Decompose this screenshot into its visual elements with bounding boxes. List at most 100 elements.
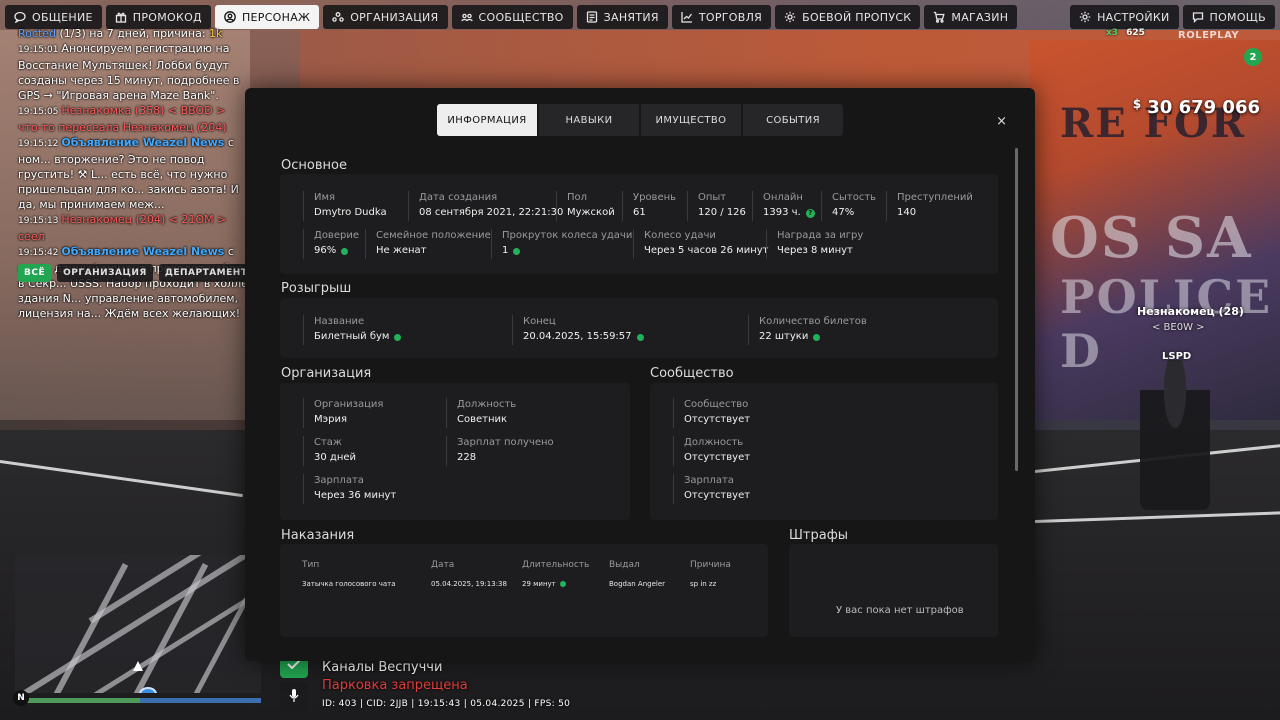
field-value: Не женат xyxy=(376,245,427,256)
health-bar-fill xyxy=(15,698,143,703)
chat-text: Объявление Weazel News xyxy=(61,136,225,149)
status-dot-icon xyxy=(813,333,821,341)
modal-tab[interactable]: НАВЫКИ xyxy=(539,104,641,136)
field-value-row: Мэрия xyxy=(314,412,383,428)
punishments-cell-text: Bogdan Angeler xyxy=(609,580,666,588)
close-icon[interactable]: × xyxy=(996,114,1007,129)
gift-icon xyxy=(115,11,127,23)
field-label: Сытость xyxy=(832,192,877,203)
info-field: Организация Мэрия xyxy=(303,398,383,428)
field-label: Доверие xyxy=(314,230,359,241)
money-amount: 30 679 066 xyxy=(1147,97,1260,118)
help-icon xyxy=(1192,11,1204,23)
field-value: Отсутствует xyxy=(684,414,751,425)
armor-bar xyxy=(140,698,261,703)
info-field: Колесо удачи Через 5 часов 26 минут xyxy=(633,229,769,259)
field-value-row: Не женат xyxy=(376,243,491,259)
chat-tab[interactable]: ОРГАНИЗАЦИЯ xyxy=(57,264,153,282)
section-title-community: Сообщество xyxy=(650,366,734,381)
hud-multiplier: x3 xyxy=(1106,28,1119,38)
nav-label: НАСТРОЙКИ xyxy=(1097,10,1170,24)
chat-tab[interactable]: ВСЁ xyxy=(18,264,52,282)
chat-message: 19:15:13 Незнакомец (204) < 21OM > сеел xyxy=(18,212,250,244)
info-field: Название Билетный бум xyxy=(303,315,402,345)
info-field: Доверие 96% xyxy=(303,229,359,259)
info-field: Уровень 61 xyxy=(622,191,676,221)
organization-icon xyxy=(332,11,344,23)
field-value: 22 штуки xyxy=(759,331,809,342)
chat-message: 19:15:12 Объявление Weazel News с ном... … xyxy=(18,135,250,212)
field-label: Прокруток колеса удачи xyxy=(502,230,633,241)
section-title-basic: Основное xyxy=(281,158,347,173)
field-value: 140 xyxy=(897,207,917,218)
field-value-row: 140 xyxy=(897,205,973,221)
help-icon[interactable]: ? xyxy=(805,208,815,218)
field-label: Награда за игру xyxy=(777,230,864,241)
nav-chart-button[interactable]: ТОРГОВЛЯ xyxy=(671,5,772,29)
character-modal: ИНФОРМАЦИЯ НАВЫКИ ИМУЩЕСТВО СОБЫТИЯ × Основ… xyxy=(245,88,1035,661)
nav-gear-button[interactable]: БОЕВОЙ ПРОПУСК xyxy=(775,5,921,29)
field-value-row: Отсутствует xyxy=(684,450,750,466)
location-name: Каналы Веспуччи xyxy=(322,660,443,675)
modal-tab[interactable]: ИМУЩЕСТВО xyxy=(641,104,743,136)
raffle-card: Название Билетный бум Конец 20.04.2025, 15:… xyxy=(280,298,998,358)
chat-message: 19:15:42Объявление Weazel News с ном... … xyxy=(18,244,250,321)
parking-warning: Парковка запрещена xyxy=(322,678,468,693)
status-dot-icon xyxy=(341,247,349,255)
background-npc-figure xyxy=(1140,360,1210,510)
minimap-road xyxy=(16,555,261,693)
chat-tab[interactable]: ДЕПАРТАМЕНТ xyxy=(158,264,254,282)
field-value-row: 08 сентября 2021, 22:21:30 xyxy=(419,205,563,221)
field-label: Колесо удачи xyxy=(644,230,716,241)
field-value: 96% xyxy=(314,245,337,256)
info-field: Опыт 120 / 126 xyxy=(687,191,746,221)
field-label: Семейное положение xyxy=(376,230,491,241)
field-value-row: 1393 ч.? xyxy=(763,205,815,221)
info-field: Имя Dmytro Dudka xyxy=(303,191,387,221)
section-title-fines: Штрафы xyxy=(789,528,849,543)
status-dot-icon xyxy=(636,333,644,341)
field-label: Пол xyxy=(567,192,588,203)
punishments-cell: 29 минут xyxy=(522,580,566,588)
info-field: Зарплат получено 228 xyxy=(446,436,554,466)
modal-tab[interactable]: СОБЫТИЯ xyxy=(743,104,843,136)
microphone-icon[interactable] xyxy=(280,682,308,710)
chat-text: 1k xyxy=(209,27,223,40)
nav-label: ПРОМОКОД xyxy=(132,10,202,24)
info-field: Количество билетов 22 штуки xyxy=(748,315,867,345)
user-icon xyxy=(224,11,236,23)
field-label: Должность xyxy=(684,437,744,448)
nav-label: МАГАЗИН xyxy=(951,10,1009,24)
field-label: Онлайн xyxy=(763,192,803,203)
punishments-cell-text: Затычка голосового чата xyxy=(302,580,396,588)
status-dot-icon xyxy=(559,581,566,587)
nav-settings-button[interactable]: НАСТРОЙКИ xyxy=(1070,5,1179,29)
nav-community-button[interactable]: СООБЩЕСТВО xyxy=(451,5,573,29)
nav-help-button[interactable]: ПОМОЩЬ xyxy=(1182,5,1275,29)
nav-tasks-button[interactable]: ЗАНЯТИЯ xyxy=(576,5,668,29)
field-value: 08 сентября 2021, 22:21:30 xyxy=(419,207,564,218)
field-value-row: Отсутствует xyxy=(684,412,750,428)
organization-card: Организация Мэрия Должность Советник Стаж 30 … xyxy=(280,383,630,520)
chat-tabs: ВСЁ ОРГАНИЗАЦИЯ ДЕПАРТАМЕНТ xyxy=(18,264,254,282)
section-title-raffle: Розыгрыш xyxy=(281,281,352,296)
nav-label: СООБЩЕСТВО xyxy=(478,10,564,24)
modal-tab[interactable]: ИНФОРМАЦИЯ xyxy=(437,104,539,136)
currency-symbol: $ xyxy=(1132,97,1142,111)
nav-organization-button[interactable]: ОРГАНИЗАЦИЯ xyxy=(323,5,448,29)
field-value-row: 47% xyxy=(832,205,876,221)
info-field: Зарплата Отсутствует xyxy=(673,474,750,504)
nav-cart-button[interactable]: МАГАЗИН xyxy=(924,5,1018,29)
modal-tabs: ИНФОРМАЦИЯ НАВЫКИ ИМУЩЕСТВО СОБЫТИЯ xyxy=(437,104,843,136)
nav-label: БОЕВОЙ ПРОПУСК xyxy=(802,10,912,24)
field-value: Мужской xyxy=(567,207,615,218)
punishments-cell-text: sp in zz xyxy=(690,580,717,588)
info-field: Семейное положение Не женат xyxy=(365,229,491,259)
field-value: Мэрия xyxy=(314,414,347,425)
status-dot-icon xyxy=(394,333,402,341)
field-value-row: 120 / 126 xyxy=(698,205,746,221)
field-value-row: Мужской xyxy=(567,205,615,221)
punishments-cell: Затычка голосового чата xyxy=(302,580,396,588)
modal-scrollbar[interactable] xyxy=(1015,148,1018,471)
field-value: Через 8 минут xyxy=(777,245,853,256)
